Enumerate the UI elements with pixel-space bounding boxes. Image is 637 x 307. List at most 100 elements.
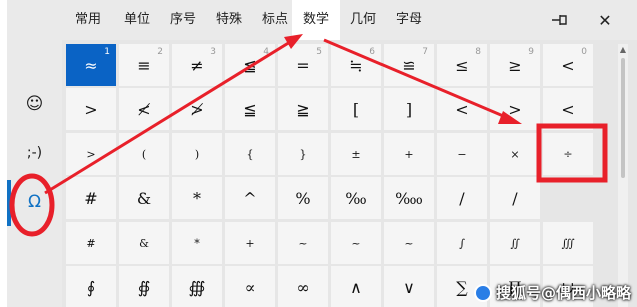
symbol-cell[interactable]: = 5 <box>278 44 328 86</box>
symbol-cell[interactable]: & <box>119 222 169 264</box>
tab-letters[interactable]: 字母 <box>386 0 432 40</box>
symbol-cell[interactable]: } <box>278 133 328 175</box>
symbol-cell[interactable]: ≠ 3 <box>172 44 222 86</box>
shortcut-number: 1 <box>104 47 110 57</box>
symbol-cell[interactable]: ~ <box>331 222 381 264</box>
symbol-cell[interactable]: % <box>278 177 328 219</box>
symbol-cell[interactable]: ≡ 2 <box>119 44 169 86</box>
emoji-icon[interactable]: ☺ <box>7 84 62 124</box>
scroll-thumb[interactable] <box>621 58 625 178</box>
symbol-cell[interactable]: ≯ <box>172 88 222 130</box>
shortcut-number: 5 <box>316 47 322 57</box>
symbol-cell[interactable]: ≮ <box>119 88 169 130</box>
symbol-cell[interactable]: [ <box>331 88 381 130</box>
tab-common[interactable]: 常用 <box>62 0 114 40</box>
symbol-cell[interactable]: ≌ 7 <box>384 44 434 86</box>
shortcut-number: 9 <box>528 47 534 57</box>
category-sidebar: ☺ ;-) Ω <box>7 0 62 307</box>
symbol-cell[interactable]: ^ <box>225 177 275 219</box>
close-icon[interactable]: ✕ <box>591 6 619 34</box>
symbol-cell[interactable]: ∬ <box>490 222 540 264</box>
scroll-up-icon[interactable]: ▲ <box>618 44 628 56</box>
symbol-cell[interactable]: < <box>543 88 593 130</box>
symbol-cell[interactable]: ‱ <box>384 177 434 219</box>
symbol-cell[interactable]: ≈1 <box>66 44 116 86</box>
symbol-glyph: > <box>508 99 522 119</box>
symbol-cell[interactable]: ∭ <box>543 222 593 264</box>
symbol-cell[interactable]: ± <box>331 133 381 175</box>
symbol-cell[interactable]: ∰ <box>172 266 222 307</box>
symbol-cell[interactable]: ∫ <box>437 222 487 264</box>
symbol-cell[interactable]: & <box>119 177 169 219</box>
symbol-glyph: & <box>139 236 149 250</box>
tab-special[interactable]: 特殊 <box>206 0 252 40</box>
symbols-icon[interactable]: Ω <box>7 182 62 222</box>
symbol-cell[interactable]: # <box>66 222 116 264</box>
symbol-glyph: ∧ <box>350 277 362 297</box>
symbol-cell[interactable]: ~ <box>384 222 434 264</box>
symbol-glyph: * <box>194 236 200 250</box>
symbol-cell[interactable]: * <box>172 177 222 219</box>
symbol-cell[interactable]: <0 <box>543 44 593 86</box>
shortcut-number: 7 <box>422 47 428 57</box>
symbol-cell[interactable]: * <box>172 222 222 264</box>
symbol-cell[interactable]: ] <box>384 88 434 130</box>
symbol-cell[interactable]: > <box>66 88 116 130</box>
symbol-glyph: ~ <box>298 236 308 250</box>
pin-icon[interactable] <box>546 6 574 34</box>
symbol-glyph: ∬ <box>510 236 520 250</box>
symbol-cell[interactable]: × <box>490 133 540 175</box>
symbol-cell[interactable]: ∝ <box>225 266 275 307</box>
active-category-indicator <box>7 180 11 226</box>
symbol-cell[interactable]: { <box>225 133 275 175</box>
kaomoji-icon[interactable]: ;-) <box>7 133 62 173</box>
symbol-glyph: ) <box>194 147 200 161</box>
symbol-glyph: ∮ <box>86 277 96 297</box>
symbol-cell[interactable]: ~ <box>278 222 328 264</box>
symbol-glyph: ÷ <box>563 147 573 161</box>
shortcut-number: 3 <box>210 47 216 57</box>
symbol-cell[interactable]: / <box>437 177 487 219</box>
tab-units[interactable]: 单位 <box>114 0 160 40</box>
symbol-cell[interactable]: ≧ <box>278 88 328 130</box>
symbol-cell[interactable]: ≥9 <box>490 44 540 86</box>
symbol-grid: ≈1 ≡ 2 ≠ 3 ≦ 4 = 5 ≒ 6 ≌ 7 ≤8 ≥9 <0 > ≮ ≯ ≦ ≧[] < > < >(){} ± + − × ÷… <box>62 40 637 307</box>
symbol-cell[interactable]: < <box>437 88 487 130</box>
symbol-cell[interactable]: ÷ <box>543 133 593 175</box>
tab-ordinals[interactable]: 序号 <box>160 0 206 40</box>
shortcut-number: 0 <box>581 47 587 57</box>
symbol-cell[interactable]: ≤8 <box>437 44 487 86</box>
symbol-cell[interactable]: − <box>437 133 487 175</box>
symbol-cell[interactable]: > <box>66 133 116 175</box>
symbol-cell[interactable]: ∯ <box>119 266 169 307</box>
symbol-cell[interactable]: ∧ <box>331 266 381 307</box>
symbol-cell[interactable]: ≦ <box>225 88 275 130</box>
symbol-glyph: # <box>84 188 98 208</box>
symbol-glyph: ≈ <box>84 55 98 75</box>
symbol-cell[interactable]: ∨ <box>384 266 434 307</box>
symbol-cell[interactable]: ∞ <box>278 266 328 307</box>
symbol-cell[interactable]: / <box>490 177 540 219</box>
symbol-glyph: ≯ <box>190 99 204 119</box>
scrollbar[interactable]: ▲ <box>618 44 628 307</box>
symbol-cell[interactable]: ‰ <box>331 177 381 219</box>
symbol-glyph: × <box>510 147 520 161</box>
symbol-cell[interactable]: ∮ <box>66 266 116 307</box>
symbol-glyph: < <box>561 55 575 75</box>
tab-math[interactable]: 数学 <box>292 0 340 40</box>
tab-geometry[interactable]: 几何 <box>340 0 386 40</box>
symbol-cell[interactable]: + <box>225 222 275 264</box>
symbol-cell[interactable]: ≒ 6 <box>331 44 381 86</box>
symbol-cell[interactable]: ≦ 4 <box>225 44 275 86</box>
symbol-cell[interactable]: ( <box>119 133 169 175</box>
symbol-glyph: ∞ <box>296 277 310 297</box>
symbol-cell[interactable]: ) <box>172 133 222 175</box>
symbol-cell[interactable]: # <box>66 177 116 219</box>
symbol-cell[interactable]: > <box>490 88 540 130</box>
watermark-logo-icon <box>473 283 492 302</box>
symbol-glyph: < <box>561 99 575 119</box>
symbol-glyph: ‰ <box>345 188 367 208</box>
symbol-cell[interactable]: + <box>384 133 434 175</box>
watermark-text: 搜狐号@偶西小略略 <box>495 284 631 302</box>
shortcut-number: 8 <box>475 47 481 57</box>
